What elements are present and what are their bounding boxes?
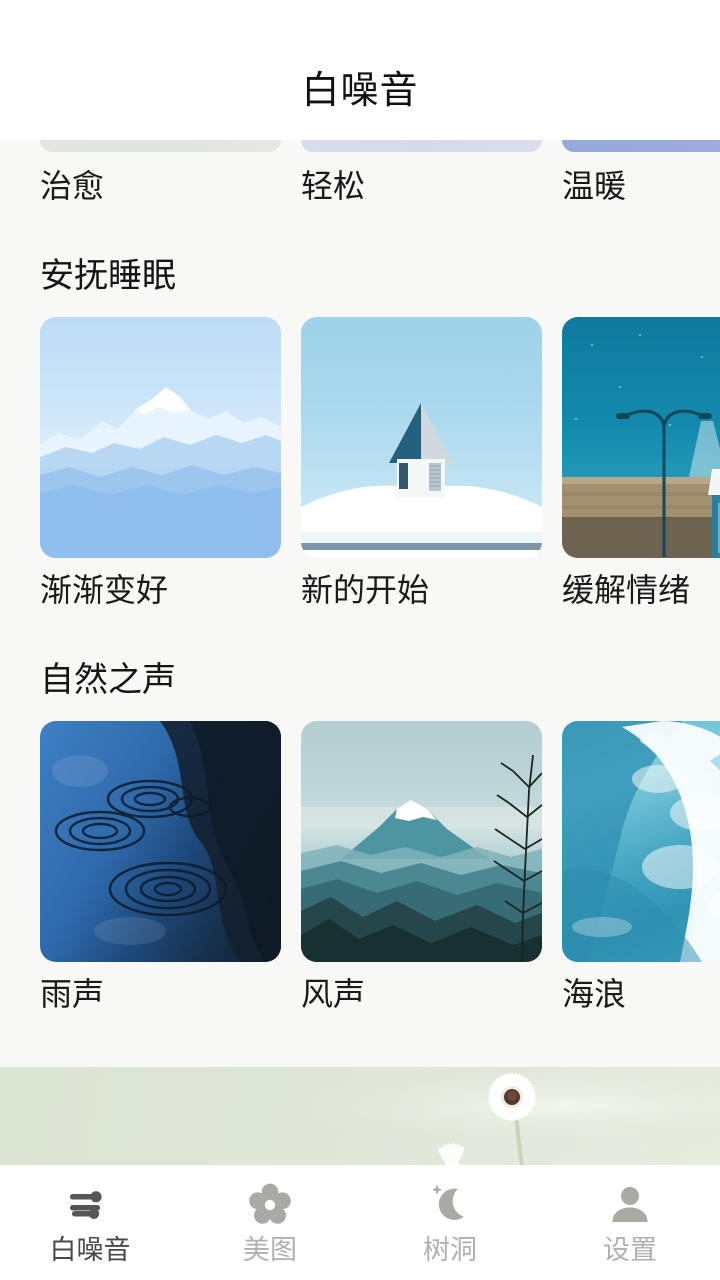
card-label: 风声 [301,975,366,1012]
card-label: 温暖 [562,168,627,204]
person-icon [606,1181,654,1229]
sound-card[interactable]: 新的开始 [301,316,542,610]
section-title-soothe-sleep: 安抚睡眠 [40,257,176,295]
card-label: 轻松 [301,168,366,204]
card-thumbnail[interactable] [40,140,281,152]
sound-card[interactable]: 治愈 [40,140,281,206]
card-label: 海浪 [562,975,627,1012]
sound-card[interactable]: 渐渐变好 [40,316,281,610]
tab-white-noise[interactable]: 白噪音 [0,1181,180,1264]
tab-gallery[interactable]: 美图 [180,1181,360,1264]
card-label: 新的开始 [301,571,430,608]
tab-label: 美图 [243,1235,297,1265]
sound-card[interactable]: CHA 缓解情绪 [562,316,720,610]
card-thumbnail[interactable] [562,140,720,152]
tab-tree-hole[interactable]: 树洞 [360,1181,540,1264]
card-label: 渐渐变好 [40,571,169,608]
tab-settings[interactable]: 设置 [540,1181,720,1264]
tab-label: 树洞 [423,1235,477,1265]
card-thumbnail[interactable] [562,720,720,962]
card-thumbnail[interactable] [40,720,281,962]
flower-icon [246,1181,294,1229]
sound-card[interactable]: 雨声 [40,720,281,1014]
bottom-tab-bar: 白噪音 美图 树洞 设置 [0,1165,720,1280]
card-label: 雨声 [40,975,105,1012]
sound-card[interactable]: 风声 [301,720,542,1014]
sound-card[interactable]: 轻松 [301,140,542,206]
moon-sparkle-icon [426,1181,474,1229]
card-label: 缓解情绪 [562,571,691,608]
tab-label: 设置 [603,1235,657,1265]
tab-label: 白噪音 [49,1235,131,1265]
sound-card[interactable]: 温暖 [562,140,720,206]
card-thumbnail[interactable] [301,720,542,962]
card-thumbnail[interactable] [301,316,542,558]
page-title: 白噪音 [301,70,419,112]
category-row-partial: 治愈 轻松 温暖 [0,140,720,206]
sound-card-row-soothe-sleep: 渐渐变好 新的开始 缓解情绪 [0,316,720,610]
sound-card-row-nature-sounds: 雨声 风声 海浪 [0,720,720,1014]
app-screen: 白噪音 治愈 轻松 温暖 安抚睡眠 渐渐变好 新的开始 缓解情绪 自然之声 雨声… [0,0,720,1280]
daisy-image [0,1067,720,1165]
card-label: 治愈 [40,168,105,204]
promo-banner[interactable] [0,1067,720,1165]
app-header: 白噪音 [0,0,720,140]
section-title-nature-sounds: 自然之声 [40,660,176,699]
card-thumbnail[interactable]: CHA [562,316,720,558]
sound-card[interactable]: 海浪 [562,720,720,1014]
scroll-content[interactable]: 治愈 轻松 温暖 安抚睡眠 渐渐变好 新的开始 缓解情绪 自然之声 雨声 风声 … [0,140,720,1067]
card-thumbnail[interactable] [40,316,281,558]
wind-icon [66,1181,114,1229]
card-thumbnail[interactable] [301,140,542,152]
